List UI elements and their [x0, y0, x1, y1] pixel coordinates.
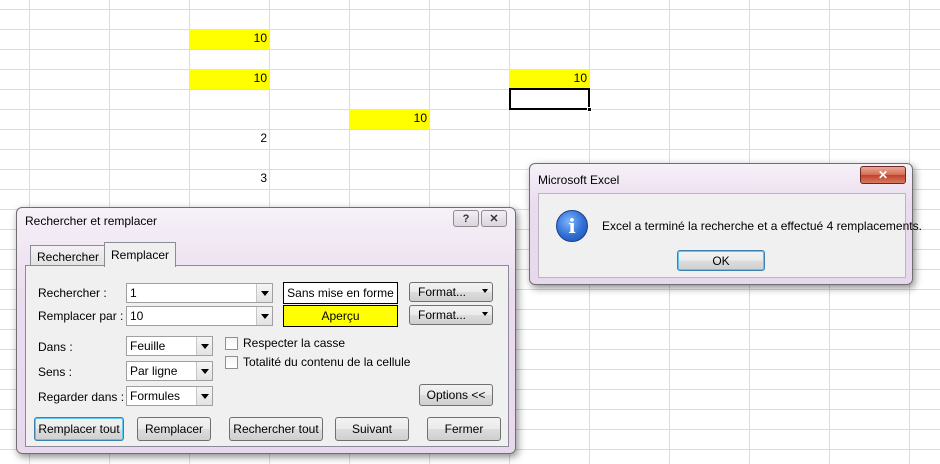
- cell[interactable]: 10: [189, 29, 270, 49]
- cell[interactable]: 10: [509, 69, 590, 89]
- cell[interactable]: 3: [189, 169, 270, 189]
- message-text: Excel a terminé la recherche et a effect…: [602, 219, 922, 233]
- information-icon: i: [556, 210, 588, 242]
- look-in-value: Formules: [130, 389, 181, 403]
- tab-remplacer[interactable]: Remplacer: [104, 242, 177, 267]
- chevron-down-icon[interactable]: [196, 337, 212, 355]
- chevron-down-icon[interactable]: [196, 387, 212, 405]
- close-icon[interactable]: ✕: [860, 166, 906, 184]
- chevron-down-icon[interactable]: [256, 284, 272, 302]
- chevron-down-icon[interactable]: [196, 362, 212, 380]
- replace-button[interactable]: Remplacer: [137, 417, 211, 441]
- cell[interactable]: 2: [189, 129, 270, 149]
- find-format-preview: Sans mise en forme: [283, 282, 398, 304]
- close-icon[interactable]: ✕: [481, 210, 507, 227]
- look-in-label: Regarder dans :: [38, 390, 125, 404]
- cell[interactable]: 10: [189, 69, 270, 89]
- dialog-title: Rechercher et remplacer: [25, 214, 158, 228]
- find-input[interactable]: 1: [126, 283, 273, 303]
- search-select[interactable]: Par ligne: [126, 361, 213, 381]
- help-icon[interactable]: ?: [453, 210, 479, 227]
- message-box-body: i Excel a terminé la recherche et a effe…: [538, 193, 922, 278]
- tab-rechercher[interactable]: Rechercher: [30, 245, 107, 267]
- replace-value: 10: [130, 309, 144, 323]
- search-label: Sens :: [38, 365, 73, 379]
- find-label: Rechercher :: [38, 286, 107, 300]
- cell[interactable]: 10: [349, 109, 430, 129]
- close-button[interactable]: Fermer: [427, 417, 501, 441]
- chevron-down-icon[interactable]: [256, 307, 272, 325]
- replace-format-preview: Aperçu: [283, 305, 398, 327]
- replace-format-button[interactable]: Format...: [409, 305, 493, 325]
- message-box: Microsoft Excel ✕ i Excel a terminé la r…: [529, 163, 922, 285]
- chevron-down-icon: [482, 289, 488, 293]
- search-value: Par ligne: [130, 364, 178, 378]
- chevron-down-icon: [482, 312, 488, 316]
- find-next-button[interactable]: Suivant: [335, 417, 409, 441]
- format-button-label: Format...: [418, 308, 467, 322]
- options-button[interactable]: Options <<: [419, 384, 493, 406]
- match-case-label[interactable]: Respecter la casse: [243, 336, 345, 350]
- match-entire-checkbox[interactable]: [225, 356, 238, 369]
- fill-handle[interactable]: [587, 107, 592, 112]
- ok-button[interactable]: OK: [677, 250, 765, 271]
- find-replace-dialog: Rechercher et remplacer ? ✕ Rechercher R…: [16, 207, 516, 454]
- message-box-title: Microsoft Excel: [538, 173, 620, 187]
- within-value: Feuille: [130, 339, 166, 353]
- replace-input[interactable]: 10: [126, 306, 273, 326]
- find-value: 1: [130, 286, 137, 300]
- match-entire-label[interactable]: Totalité du contenu de la cellule: [243, 355, 410, 369]
- replace-label: Remplacer par :: [38, 309, 124, 323]
- find-format-button[interactable]: Format...: [409, 282, 493, 302]
- active-cell[interactable]: [509, 88, 592, 112]
- find-all-button[interactable]: Rechercher tout: [229, 417, 323, 441]
- replace-all-button[interactable]: Remplacer tout: [34, 417, 124, 441]
- within-select[interactable]: Feuille: [126, 336, 213, 356]
- match-case-checkbox[interactable]: [225, 337, 238, 350]
- format-button-label: Format...: [418, 285, 467, 299]
- within-label: Dans :: [38, 340, 73, 354]
- look-in-select[interactable]: Formules: [126, 386, 213, 406]
